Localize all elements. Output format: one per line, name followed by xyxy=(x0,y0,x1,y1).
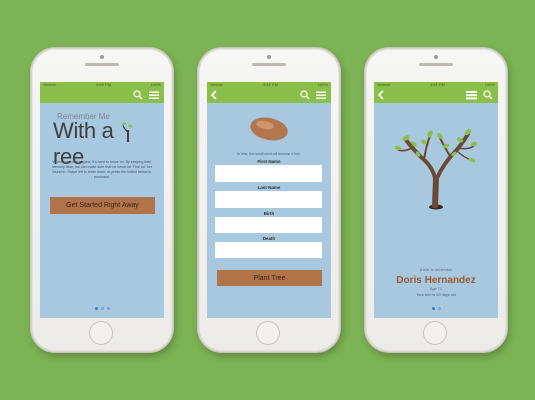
top-navbar xyxy=(374,88,498,103)
deceased-name: Doris Hernandez xyxy=(396,275,476,286)
top-navbar xyxy=(207,88,331,103)
sapling-logo-icon xyxy=(122,122,133,142)
front-camera xyxy=(267,55,271,59)
home-button[interactable] xyxy=(89,321,113,345)
list-icon[interactable] xyxy=(466,90,477,100)
home-button[interactable] xyxy=(256,321,280,345)
search-icon[interactable] xyxy=(483,90,493,100)
plant-tree-button[interactable]: Plant Tree xyxy=(217,270,322,286)
page-dot-2[interactable] xyxy=(100,307,104,310)
memorial-tree-illustration xyxy=(394,128,478,210)
search-icon[interactable] xyxy=(133,90,143,100)
birth-label: Birth xyxy=(263,211,275,216)
last-name-field[interactable] xyxy=(215,191,322,208)
page-indicator[interactable] xyxy=(374,307,498,310)
search-icon[interactable] xyxy=(300,90,310,100)
page-dot-1[interactable] xyxy=(431,307,435,310)
chevron-left-icon[interactable] xyxy=(377,90,385,100)
first-name-label: First Name xyxy=(257,159,281,164)
birth-field[interactable] xyxy=(215,217,322,233)
menu-icon[interactable] xyxy=(316,90,326,100)
first-name-field[interactable] xyxy=(215,165,322,182)
earpiece-speaker xyxy=(419,63,453,66)
last-name-label: Last Name xyxy=(257,185,281,190)
plant-form-screen: Verizon 3:41 PM 100% In time, this small… xyxy=(207,82,331,318)
phone-plant-form: Verizon 3:41 PM 100% In time, this small… xyxy=(198,48,340,352)
earpiece-speaker xyxy=(85,63,119,66)
memorial-screen: Verizon 3:41 PM 100% A tree to remember … xyxy=(374,82,498,318)
chevron-left-icon[interactable] xyxy=(210,90,218,100)
logo-with-a: With a xyxy=(53,118,114,143)
front-camera xyxy=(434,55,438,59)
seed-caption: In time, this small seed will become a t… xyxy=(237,152,301,156)
age-text: Age 71 xyxy=(429,287,443,291)
death-field[interactable] xyxy=(215,242,322,258)
memorial-caption: A tree to remember xyxy=(419,268,453,272)
page-indicator[interactable] xyxy=(40,307,164,310)
phone-welcome: Verizon 9:59 PM 100% Remember Me With a xyxy=(31,48,173,352)
intro-paragraph: When someone is gone, it's hard to move … xyxy=(51,160,153,179)
page-dot-1[interactable] xyxy=(94,307,98,310)
tree-age-status: Your tree is 60 days old xyxy=(416,293,456,297)
top-navbar xyxy=(40,88,164,103)
earpiece-speaker xyxy=(252,63,286,66)
death-label: Death xyxy=(262,236,276,241)
get-started-button[interactable]: Get Started Right Away xyxy=(50,197,155,214)
home-button[interactable] xyxy=(423,321,447,345)
phone-memorial: Verizon 3:41 PM 100% A tree to remember … xyxy=(365,48,507,352)
welcome-screen: Verizon 9:59 PM 100% Remember Me With a xyxy=(40,82,164,318)
menu-icon[interactable] xyxy=(149,90,159,100)
page-dot-2[interactable] xyxy=(437,307,441,310)
seed-icon xyxy=(250,117,288,141)
front-camera xyxy=(100,55,104,59)
page-dot-3[interactable] xyxy=(106,307,110,310)
